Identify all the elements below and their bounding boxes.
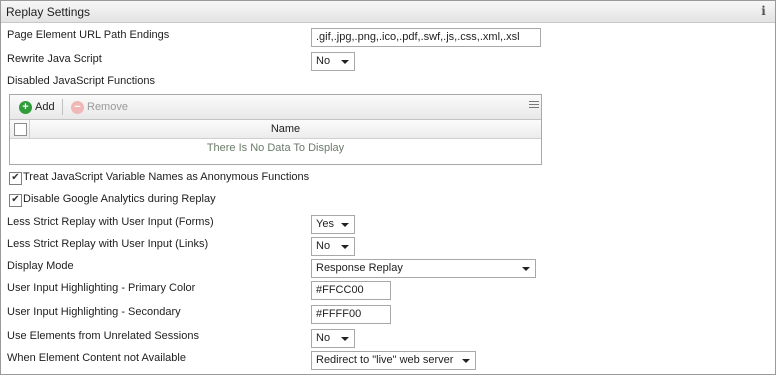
rewrite-js-label: Rewrite Java Script — [7, 53, 102, 65]
grid-empty-text: There Is No Data To Display — [206, 142, 345, 154]
chevron-down-icon — [462, 359, 470, 363]
remove-button[interactable]: − Remove — [71, 100, 128, 114]
info-icon[interactable]: i — [759, 4, 768, 18]
element-unavailable-select[interactable]: Redirect to "live" web server — [311, 351, 476, 370]
panel-header: Replay Settings i — [1, 1, 775, 23]
chevron-down-icon — [341, 245, 349, 249]
disable-ga-label: Disable Google Analytics during Replay — [23, 193, 216, 205]
display-mode-label: Display Mode — [7, 260, 74, 272]
chevron-down-icon — [522, 267, 530, 271]
disabled-js-label: Disabled JavaScript Functions — [7, 75, 155, 87]
secondary-color-input[interactable]: #FFFF00 — [311, 305, 391, 324]
column-name-header[interactable]: Name — [30, 123, 541, 135]
primary-color-input[interactable]: #FFCC00 — [311, 281, 391, 300]
grid-menu-icon[interactable] — [529, 101, 539, 111]
grid-column-header: Name — [10, 120, 541, 139]
anonymous-functions-label: Treat JavaScript Variable Names as Anony… — [23, 171, 310, 183]
grid-toolbar: + Add − Remove — [10, 95, 541, 120]
secondary-color-value: #FFFF00 — [316, 308, 362, 320]
primary-color-value: #FFCC00 — [316, 284, 364, 296]
url-endings-label: Page Element URL Path Endings — [7, 29, 170, 41]
unrelated-sessions-value: No — [316, 332, 331, 344]
remove-label: Remove — [87, 101, 128, 113]
add-label: Add — [35, 101, 55, 113]
less-strict-forms-label: Less Strict Replay with User Input (Form… — [7, 216, 214, 228]
element-unavailable-value: Redirect to "live" web server — [316, 354, 454, 366]
display-mode-value: Response Replay — [316, 262, 403, 274]
chevron-down-icon — [341, 60, 349, 64]
url-endings-value: .gif,.jpg,.png,.ico,.pdf,.swf,.js,.css,.… — [316, 31, 520, 43]
remove-icon: − — [71, 100, 84, 114]
unrelated-sessions-label: Use Elements from Unrelated Sessions — [7, 330, 199, 342]
rewrite-js-select[interactable]: No — [311, 52, 355, 71]
add-button[interactable]: + Add — [19, 100, 55, 114]
unrelated-sessions-select[interactable]: No — [311, 329, 355, 348]
disable-ga-checkbox[interactable]: ✔ — [9, 194, 22, 207]
add-icon: + — [19, 100, 32, 114]
less-strict-links-value: No — [316, 240, 331, 252]
toolbar-divider — [62, 99, 63, 115]
chevron-down-icon — [341, 223, 349, 227]
less-strict-forms-select[interactable]: Yes — [311, 215, 355, 234]
element-unavailable-label: When Element Content not Available — [7, 352, 186, 364]
replay-settings-panel: Replay Settings i Page Element URL Path … — [0, 0, 776, 375]
primary-color-label: User Input Highlighting - Primary Color — [7, 282, 196, 294]
panel-title: Replay Settings — [6, 5, 91, 19]
display-mode-select[interactable]: Response Replay — [311, 259, 536, 278]
disabled-js-grid: + Add − Remove Name There Is No Data To … — [9, 94, 542, 165]
anonymous-functions-checkbox[interactable]: ✔ — [9, 172, 22, 185]
select-all-checkbox[interactable] — [14, 123, 27, 136]
chevron-down-icon — [341, 337, 349, 341]
less-strict-forms-value: Yes — [316, 218, 334, 230]
less-strict-links-select[interactable]: No — [311, 237, 355, 256]
rewrite-js-value: No — [316, 55, 331, 67]
secondary-color-label: User Input Highlighting - Secondary — [7, 306, 181, 318]
less-strict-links-label: Less Strict Replay with User Input (Link… — [7, 238, 209, 250]
url-endings-input[interactable]: .gif,.jpg,.png,.ico,.pdf,.swf,.js,.css,.… — [311, 28, 541, 47]
